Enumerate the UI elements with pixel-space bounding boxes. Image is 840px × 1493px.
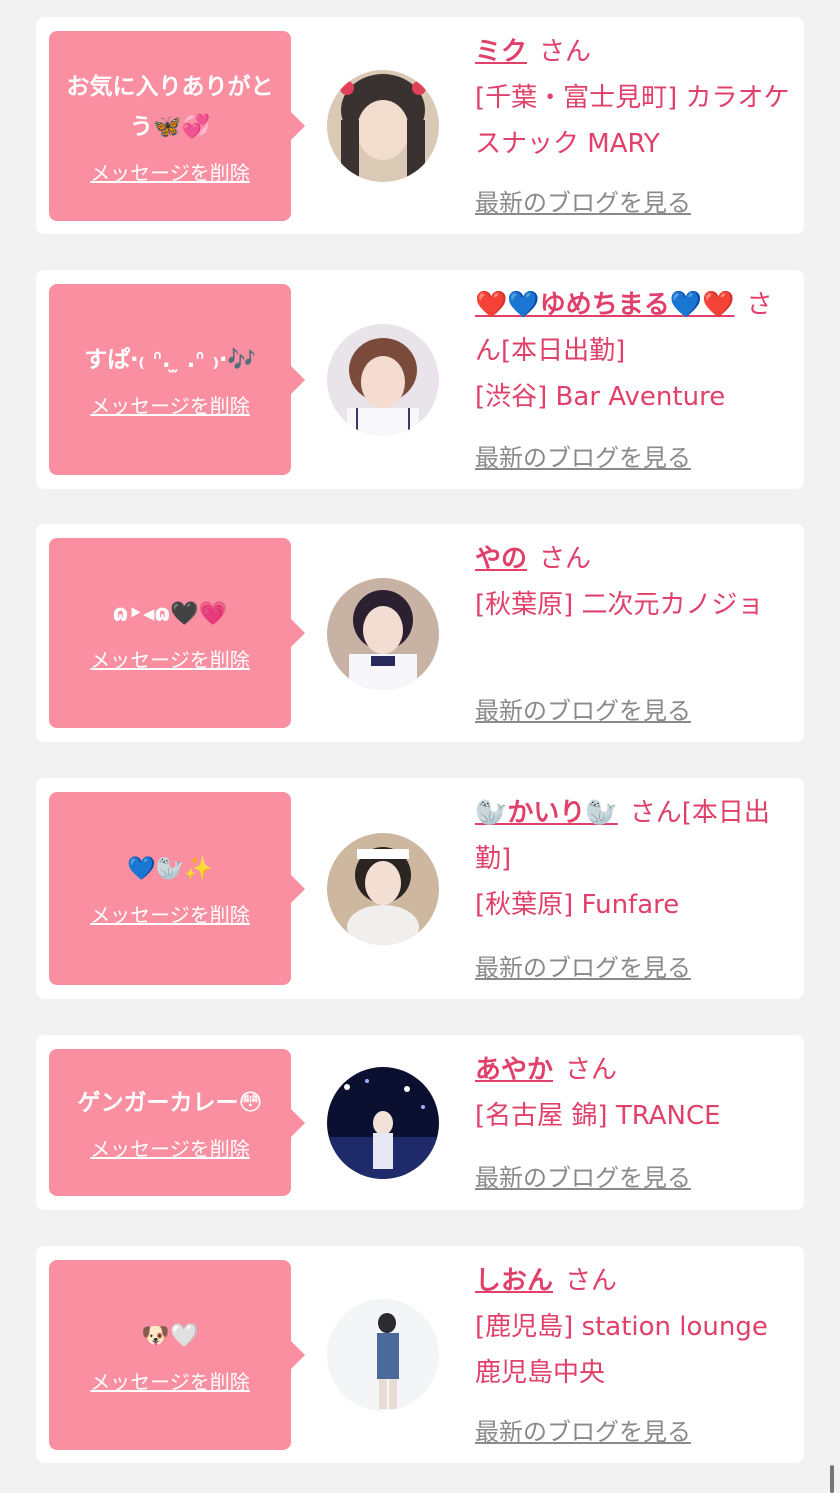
shop-name: [秋葉原] Funfare [475,890,680,920]
cast-name-link[interactable]: しおん [475,1266,553,1296]
latest-blog-link[interactable]: 最新のブログを見る [475,438,691,473]
latest-blog-link[interactable]: 最新のブログを見る [475,183,691,218]
message-bubble: ゲンガーカレー😳 メッセージを削除 [49,1049,305,1196]
cast-name-link[interactable]: 🦭かいり🦭 [475,798,618,828]
cast-info: やの さん [秋葉原] 二次元カノジョ [475,536,793,628]
latest-blog-link[interactable]: 最新のブログを見る [475,1412,691,1447]
delete-message-link[interactable]: メッセージを削除 [90,899,250,928]
cast-info: ❤️💙ゆめちまる💙❤️ さん[本日出勤] [渋谷] Bar Aventure [475,282,793,420]
favorite-card: お気に入りありがとう🦋💞 メッセージを削除 ミク さん [千葉・富士見町] カラオ… [36,17,804,234]
cast-name-link[interactable]: やの [475,544,527,574]
cast-info: あやか さん [名古屋 錦] TRANCE [475,1047,793,1139]
cast-info: 🦭かいり🦭 さん[本日出勤] [秋葉原] Funfare [475,790,793,928]
honorific: さん [565,1055,618,1085]
favorite-card: ɷ‣◂ɷ🖤💗 メッセージを削除 やの さん [秋葉原] 二次元カノジョ 最新のブロ… [36,524,804,742]
message-bubble: 💙🦭✨ メッセージを削除 [49,792,305,985]
avatar[interactable] [327,1067,439,1179]
honorific: さん [539,37,592,67]
avatar[interactable] [327,1299,439,1411]
delete-message-link[interactable]: メッセージを削除 [90,157,250,186]
latest-blog-link[interactable]: 最新のブログを見る [475,1158,691,1193]
delete-message-link[interactable]: メッセージを削除 [90,1366,250,1395]
avatar[interactable] [327,578,439,690]
avatar[interactable] [327,833,439,945]
shop-name: [秋葉原] 二次元カノジョ [475,590,764,620]
message-text: すぱ‧₍ ᐢ. ̫ .ᐢ ₎‧🎶 [84,347,256,373]
scrollbar[interactable] [830,1465,834,1493]
message-text: 💙🦭✨ [127,856,213,882]
cast-info: しおん さん [鹿児島] station lounge 鹿児島中央 [475,1258,793,1396]
favorite-card: 💙🦭✨ メッセージを削除 🦭かいり🦭 さん[本日出勤] [秋葉原] Funfare… [36,778,804,999]
message-text: 🐶🤍 [141,1322,199,1349]
latest-blog-link[interactable]: 最新のブログを見る [475,691,691,726]
latest-blog-link[interactable]: 最新のブログを見る [475,948,691,983]
message-text: ゲンガーカレー😳 [77,1090,263,1116]
cast-name-link[interactable]: ❤️💙ゆめちまる💙❤️ [475,290,735,320]
message-text: ɷ‣◂ɷ🖤💗 [112,600,228,627]
delete-message-link[interactable]: メッセージを削除 [90,644,250,673]
shop-name: [千葉・富士見町] カラオケスナック MARY [475,83,790,159]
favorite-card: すぱ‧₍ ᐢ. ̫ .ᐢ ₎‧🎶 メッセージを削除 ❤️💙ゆめちまる💙❤️ さん[… [36,270,804,489]
shop-name: [名古屋 錦] TRANCE [475,1101,721,1131]
favorite-card: 🐶🤍 メッセージを削除 しおん さん [鹿児島] station lounge 鹿… [36,1246,804,1463]
message-text: お気に入りありがとう🦋💞 [66,73,274,140]
delete-message-link[interactable]: メッセージを削除 [90,1133,250,1162]
cast-info: ミク さん [千葉・富士見町] カラオケスナック MARY [475,29,793,167]
message-bubble: お気に入りありがとう🦋💞 メッセージを削除 [49,31,305,221]
shop-name: [渋谷] Bar Aventure [475,382,726,412]
honorific: さん [565,1266,618,1296]
shop-name: [鹿児島] station lounge 鹿児島中央 [475,1312,768,1388]
message-bubble: ɷ‣◂ɷ🖤💗 メッセージを削除 [49,538,305,728]
favorite-card: ゲンガーカレー😳 メッセージを削除 あやか さん [名古屋 錦] TRANCE 最… [36,1035,804,1210]
message-bubble: すぱ‧₍ ᐢ. ̫ .ᐢ ₎‧🎶 メッセージを削除 [49,284,305,475]
message-bubble: 🐶🤍 メッセージを削除 [49,1260,305,1450]
avatar[interactable] [327,70,439,182]
delete-message-link[interactable]: メッセージを削除 [90,390,250,419]
avatar[interactable] [327,324,439,436]
honorific: さん [539,544,592,574]
cast-name-link[interactable]: あやか [475,1055,553,1085]
cast-name-link[interactable]: ミク [475,37,527,67]
